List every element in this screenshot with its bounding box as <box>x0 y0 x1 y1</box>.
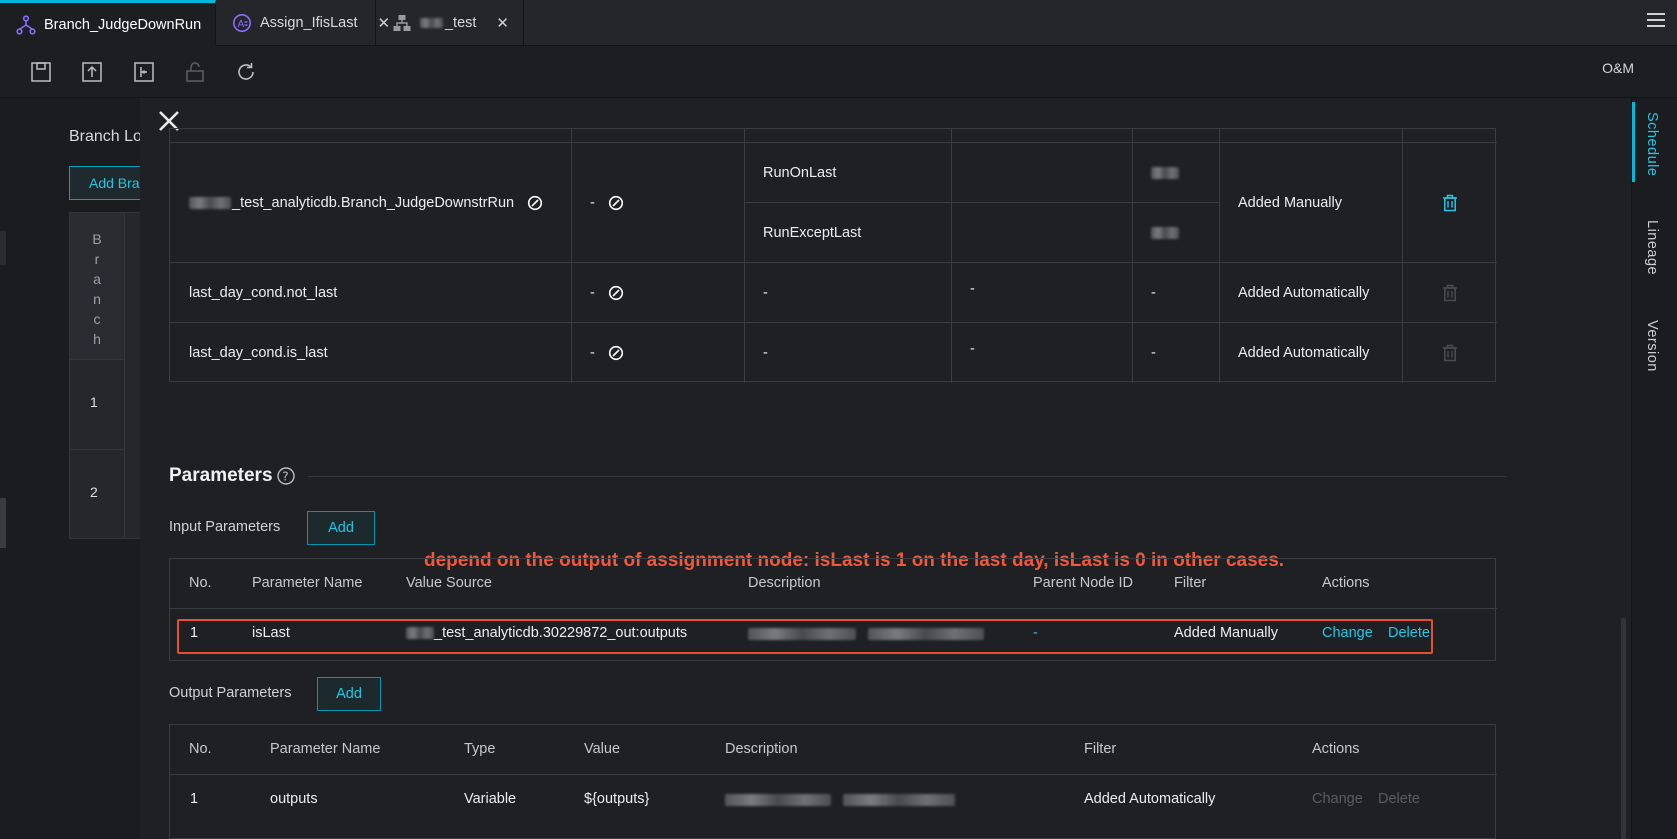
save-icon[interactable] <box>28 59 54 85</box>
tab-schedule[interactable]: Schedule <box>1644 112 1660 176</box>
redacted-cell <box>1132 143 1219 202</box>
column-header: Parameter Name <box>252 575 363 591</box>
tab-lineage[interactable]: Lineage <box>1644 220 1660 275</box>
dash-cell: - <box>1151 344 1156 361</box>
dependency-table: _test_analyticdb.Branch_JudgeDownstrRun … <box>169 128 1497 383</box>
branch-node-icon <box>16 14 36 36</box>
help-icon[interactable]: ? <box>276 466 296 486</box>
output-parameters-label: Output Parameters <box>169 685 292 701</box>
node-name-cell: - <box>763 284 768 301</box>
column-header: Actions <box>1312 741 1360 757</box>
output-name-cell: _test_analyticdb.Branch_JudgeDownstrRun <box>170 143 571 262</box>
editor-tab-bar: Branch_JudgeDownRun A Assign_IfisLast ✕ … <box>0 0 1677 46</box>
column-header: No. <box>189 741 212 757</box>
delete-icon-disabled <box>1402 263 1497 322</box>
add-input-parameter-button[interactable]: Add <box>307 511 375 545</box>
branch-column-header: Branch <box>70 213 125 359</box>
active-tab-indicator <box>1632 102 1635 182</box>
tab-workflow-test[interactable]: _test ✕ <box>376 0 524 46</box>
scrollbar[interactable] <box>1621 618 1626 839</box>
description <box>725 792 956 808</box>
edit-icon[interactable] <box>608 285 624 301</box>
column-header: Description <box>748 575 821 591</box>
column-header: Parent Node ID <box>1033 575 1133 591</box>
assignment-node-icon: A <box>232 12 252 34</box>
tab-label: _test <box>444 15 477 31</box>
parameters-title: Parameters <box>169 465 273 486</box>
dash-cell: - <box>970 340 975 357</box>
delete-icon[interactable] <box>1402 143 1497 262</box>
parameter-value: ${outputs} <box>584 791 650 807</box>
redacted-text <box>420 18 443 28</box>
output-table-cell: - <box>571 263 744 322</box>
branch-logic-title: Branch Lo <box>69 128 142 145</box>
output-name-cell: last_day_cond.is_last <box>189 344 328 361</box>
source-cell: Added Automatically <box>1238 344 1370 361</box>
delete-button-disabled: Delete <box>1378 791 1420 807</box>
tab-version[interactable]: Version <box>1644 320 1660 372</box>
add-output-parameter-button[interactable]: Add <box>317 677 381 711</box>
column-header: Value Source <box>406 575 492 591</box>
column-header: No. <box>189 575 212 591</box>
tab-label: Assign_IfisLast <box>260 15 358 31</box>
node-name-cell: RunOnLast <box>763 164 837 181</box>
source-cell: Added Manually <box>1238 194 1342 211</box>
output-parameters-table: No. Parameter Name Type Value Descriptio… <box>169 724 1497 839</box>
output-table-cell: - <box>571 143 744 262</box>
lock-icon <box>182 59 208 85</box>
column-header: Actions <box>1322 575 1370 591</box>
row-number: 1 <box>190 791 199 807</box>
edge-marker <box>0 498 6 548</box>
highlight-box <box>177 619 1433 654</box>
input-parameters-label: Input Parameters <box>169 519 281 535</box>
change-button-disabled: Change <box>1312 791 1363 807</box>
close-tab-icon[interactable]: ✕ <box>496 14 509 32</box>
om-link[interactable]: O&M <box>1602 60 1634 76</box>
edge-marker <box>0 231 6 265</box>
workflow-icon <box>392 12 412 34</box>
delete-icon-disabled <box>1402 323 1497 382</box>
redacted-text <box>189 196 231 209</box>
column-header: Parameter Name <box>270 741 381 757</box>
output-table-cell: - <box>571 323 744 382</box>
edit-icon[interactable] <box>608 345 624 361</box>
column-header: Description <box>725 741 798 757</box>
column-header: Filter <box>1174 575 1207 591</box>
node-name-cell: - <box>763 344 768 361</box>
submit-icon[interactable] <box>79 59 105 85</box>
tab-branch-judgedownrun[interactable]: Branch_JudgeDownRun <box>0 0 216 46</box>
parameter-type: Variable <box>464 791 517 807</box>
branch-table: Branch 1 2 <box>69 212 149 539</box>
output-name-cell: last_day_cond.not_last <box>189 284 338 301</box>
deploy-icon[interactable] <box>131 59 157 85</box>
toolbar: O&M <box>0 46 1677 98</box>
dash-cell: - <box>970 280 975 297</box>
redacted-cell <box>1132 203 1219 262</box>
svg-text:A: A <box>238 19 245 30</box>
column-header: Type <box>464 741 496 757</box>
dash-cell: - <box>1151 284 1156 301</box>
refresh-icon[interactable] <box>233 59 259 85</box>
column-header: Filter <box>1084 741 1117 757</box>
branch-row: 2 <box>70 449 125 539</box>
edit-icon[interactable] <box>527 195 543 211</box>
filter: Added Automatically <box>1084 791 1216 807</box>
tab-label: Branch_JudgeDownRun <box>44 16 202 33</box>
branch-row: 1 <box>70 359 125 449</box>
source-cell: Added Automatically <box>1238 284 1370 301</box>
schedule-panel: _test_analyticdb.Branch_JudgeDownstrRun … <box>140 98 1631 839</box>
column-header: Value <box>584 741 621 757</box>
node-name-cell: RunExceptLast <box>763 224 862 241</box>
right-sidebar: Schedule Lineage Version <box>1631 98 1677 839</box>
edit-icon[interactable] <box>608 195 624 211</box>
background-page: Branch Lo Add Bra Branch 1 2 <box>0 98 159 839</box>
menu-icon[interactable] <box>1647 13 1665 29</box>
parameter-name: outputs <box>270 791 318 807</box>
svg-text:?: ? <box>282 470 288 484</box>
tab-assign-ifislast[interactable]: A Assign_IfisLast ✕ <box>216 0 390 46</box>
